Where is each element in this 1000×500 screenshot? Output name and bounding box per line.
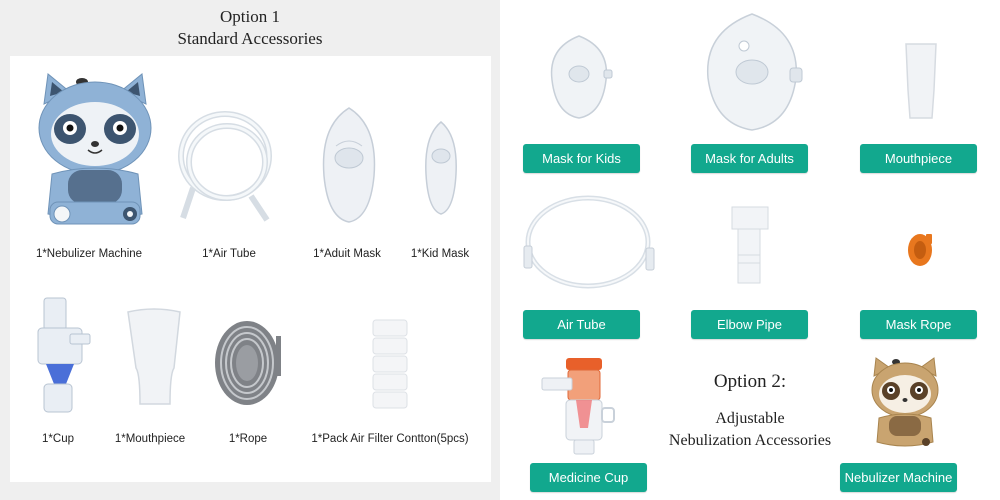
option2-title-line2: Adjustable: [715, 410, 785, 427]
option1-title: Option 1 Standard Accessories: [0, 6, 500, 50]
adult-mask-image: [706, 13, 803, 131]
filter-cotton-image: [372, 319, 408, 409]
elbow-pipe-image: [731, 206, 769, 284]
mask-rope-image: [908, 234, 932, 266]
label-air-tube: Air Tube: [523, 310, 640, 339]
item-caption: 1*Rope: [228, 433, 268, 445]
label-elbow-pipe: Elbow Pipe: [691, 310, 808, 339]
nebulizer-machine-image: [871, 357, 939, 447]
mouthpiece-image: [127, 308, 181, 405]
item-caption: 1*Pack Air Filter Contton(5pcs): [311, 433, 469, 445]
kid-mask-image: [550, 35, 613, 119]
option2-title-line1: Option 2:: [713, 371, 787, 392]
medicine-cup-image: [541, 358, 615, 455]
cup-image: [37, 297, 91, 413]
label-mask-for-adults: Mask for Adults: [691, 144, 808, 173]
item-caption: 1*Cup: [42, 433, 74, 445]
option2-title: Option 2: Adjustable Nebulization Access…: [650, 370, 850, 451]
option1-title-line2: Standard Accessories: [177, 29, 323, 48]
item-caption: 1*Nebulizer Machine: [35, 248, 143, 260]
option2-title-line3: Nebulization Accessories: [668, 432, 832, 449]
label-mask-rope: Mask Rope: [860, 310, 977, 339]
item-caption: 1*Aduit Mask: [313, 248, 381, 260]
option1-title-line1: Option 1: [220, 7, 280, 26]
rope-image: [215, 321, 281, 405]
air-tube-image: [523, 195, 655, 289]
air-tube-image: [178, 111, 272, 222]
item-caption: 1*Air Tube: [202, 248, 256, 260]
nebulizer-machine-image: [38, 73, 152, 225]
option1-card: 1*Nebulizer Machine 1*Air Tube 1*Aduit M…: [10, 56, 491, 482]
label-nebulizer-machine: Nebulizer Machine: [840, 463, 957, 492]
kid-mask-image: [425, 121, 457, 215]
adult-mask-image: [322, 107, 376, 223]
item-caption: 1*Mouthpiece: [114, 433, 186, 445]
item-caption: 1*Kid Mask: [410, 248, 470, 260]
mouthpiece-image: [905, 43, 937, 119]
option1-panel: Option 1 Standard Accessories 1*Nebulize…: [0, 0, 500, 500]
label-mouthpiece: Mouthpiece: [860, 144, 977, 173]
label-mask-for-kids: Mask for Kids: [523, 144, 640, 173]
label-medicine-cup: Medicine Cup: [530, 463, 647, 492]
